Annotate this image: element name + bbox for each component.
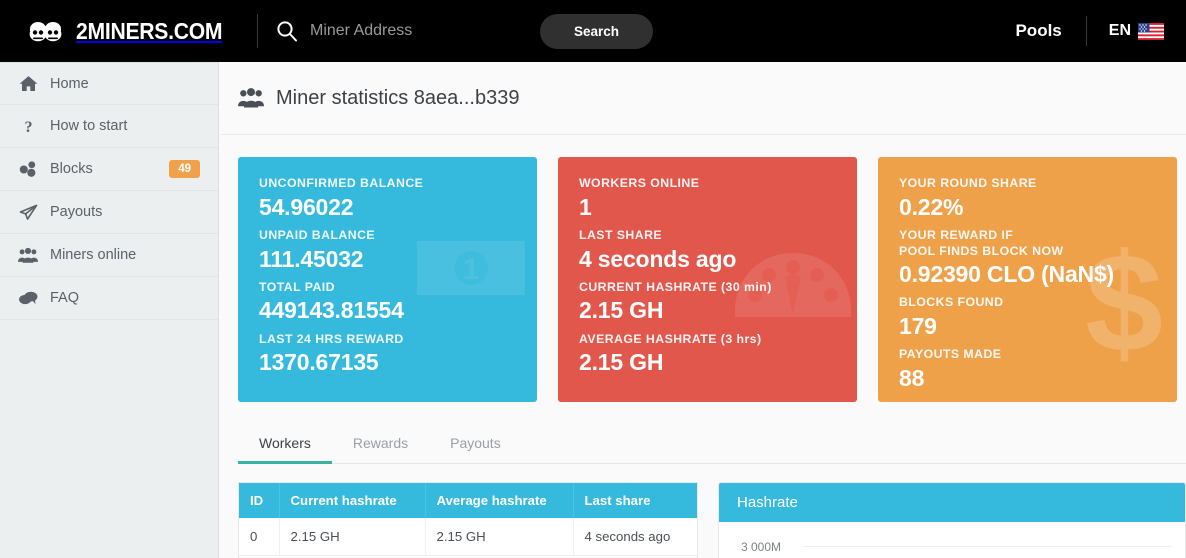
hashrate-chart-body: 3 000M <box>719 522 1185 558</box>
table-body: 0 2.15 GH 2.15 GH 4 seconds ago <box>239 518 697 556</box>
cell-current-hashrate: 2.15 GH <box>279 518 426 556</box>
balance-stat-card: 1 UNCONFIRMED BALANCE 54.96022 UNPAID BA… <box>238 157 537 402</box>
card-row-label: LAST 24 HRS REWARD <box>259 331 404 346</box>
card-row-label: YOUR REWARD IF POOL FINDS BLOCK NOW <box>899 227 1064 258</box>
svg-text:?: ? <box>24 119 32 135</box>
search-icon <box>276 20 298 42</box>
card-row-label: TOTAL PAID <box>259 279 336 294</box>
card-row-value: 0.92390 CLO (NaN$) <box>899 261 1114 288</box>
paper-plane-icon <box>18 203 38 221</box>
hashrate-chart-title: Hashrate <box>719 483 1185 522</box>
chat-bubbles-icon <box>18 289 38 307</box>
card-row-label: UNPAID BALANCE <box>259 227 376 242</box>
two-miners-faces-icon <box>26 18 66 44</box>
stats-tabs: Workers Rewards Payouts <box>238 424 1186 464</box>
card-row-value: 111.45032 <box>259 245 364 272</box>
chart-gridline <box>803 546 1171 547</box>
blocks-count-badge: 49 <box>169 160 200 178</box>
cell-last-share: 4 seconds ago <box>573 518 697 556</box>
column-header-last-share[interactable]: Last share <box>573 483 697 518</box>
sidebar-item-label: Blocks <box>50 161 93 177</box>
pools-link[interactable]: Pools <box>991 21 1085 41</box>
sidebar-item-home[interactable]: Home <box>0 62 218 105</box>
workers-stat-card: WORKERS ONLINE 1 LAST SHARE 4 seconds ag… <box>558 157 857 402</box>
card-row-label: AVERAGE HASHRATE (3 hrs) <box>579 331 762 346</box>
users-group-icon <box>238 87 264 109</box>
sidebar-item-label: Miners online <box>50 247 137 263</box>
workers-table: ID Current hashrate Average hashrate Las… <box>239 483 697 556</box>
sidebar-item-blocks[interactable]: Blocks 49 <box>0 148 218 191</box>
table-header: ID Current hashrate Average hashrate Las… <box>239 483 697 518</box>
card-row-value: 4 seconds ago <box>579 245 737 272</box>
users-group-icon <box>18 246 38 264</box>
card-row-label: YOUR ROUND SHARE <box>899 176 1037 190</box>
sidebar-item-how-to-start[interactable]: ? How to start <box>0 105 218 148</box>
card-row-value: 54.96022 <box>259 193 354 220</box>
sidebar-navigation: Home ? How to start Blocks 49 Payouts Mi… <box>0 62 219 558</box>
chart-y-axis-tick: 3 000M <box>741 540 782 554</box>
table-header-row: ID Current hashrate Average hashrate Las… <box>239 483 697 518</box>
search-button[interactable]: Search <box>540 13 654 49</box>
card-row-value: 2.15 GH <box>579 297 664 324</box>
tab-payouts[interactable]: Payouts <box>429 424 522 463</box>
question-mark-icon: ? <box>18 117 38 135</box>
hashrate-chart-panel: Hashrate 3 000M <box>718 482 1186 558</box>
tab-workers[interactable]: Workers <box>238 424 332 464</box>
column-header-average-hashrate[interactable]: Average hashrate <box>425 483 574 518</box>
card-row-value: 1 <box>579 193 592 220</box>
language-selector[interactable]: EN <box>1087 22 1164 40</box>
card-row-label: PAYOUTS MADE <box>899 347 1002 362</box>
logo-text: 2MINERS.COM <box>76 17 223 44</box>
card-row-value: 179 <box>899 313 937 340</box>
sidebar-item-miners-online[interactable]: Miners online <box>0 234 218 277</box>
search-input[interactable] <box>310 16 560 46</box>
home-icon <box>18 75 38 93</box>
main-content: Miner statistics 8aea...b339 1 UNCONFIRM… <box>220 62 1186 558</box>
tab-rewards[interactable]: Rewards <box>332 424 429 463</box>
bottom-split: ID Current hashrate Average hashrate Las… <box>220 464 1186 558</box>
table-row: 0 2.15 GH 2.15 GH 4 seconds ago <box>239 518 697 556</box>
sidebar-item-payouts[interactable]: Payouts <box>0 191 218 234</box>
card-row-label: BLOCKS FOUND <box>899 295 1004 310</box>
page-header: Miner statistics 8aea...b339 <box>220 62 1186 135</box>
us-flag-icon <box>1138 22 1164 40</box>
workers-table-container: ID Current hashrate Average hashrate Las… <box>238 482 698 558</box>
stat-cards-row: 1 UNCONFIRMED BALANCE 54.96022 UNPAID BA… <box>220 135 1186 402</box>
card-row-label: UNCONFIRMED BALANCE <box>259 176 424 190</box>
column-header-id[interactable]: ID <box>239 483 280 518</box>
card-row-value: 0.22% <box>899 193 964 220</box>
page-title: Miner statistics 8aea...b339 <box>276 86 520 109</box>
column-header-current-hashrate[interactable]: Current hashrate <box>279 483 426 518</box>
header-right-group: Pools EN <box>991 0 1186 62</box>
blocks-cubes-icon <box>18 160 38 178</box>
sidebar-item-label: FAQ <box>50 290 80 306</box>
cell-average-hashrate: 2.15 GH <box>425 518 574 556</box>
search-area: Search <box>258 0 991 62</box>
sidebar-item-label: Payouts <box>50 204 103 220</box>
cell-id: 0 <box>239 518 280 556</box>
top-navigation-bar: 2MINERS.COM Search Pools EN <box>0 0 1186 62</box>
card-row-value: 1370.67135 <box>259 349 379 376</box>
card-row-label: WORKERS ONLINE <box>579 176 700 190</box>
round-share-stat-card: $ YOUR ROUND SHARE 0.22% YOUR REWARD IF … <box>878 157 1177 402</box>
sidebar-item-faq[interactable]: FAQ <box>0 277 218 320</box>
sidebar-item-label: Home <box>50 75 89 92</box>
sidebar-item-label: How to start <box>50 118 128 134</box>
language-code: EN <box>1108 22 1131 39</box>
card-row-value: 2.15 GH <box>579 349 664 376</box>
card-row-label: LAST SHARE <box>579 227 663 242</box>
site-logo[interactable]: 2MINERS.COM <box>0 0 235 62</box>
card-row-value: 88 <box>899 365 925 392</box>
card-row-label: CURRENT HASHRATE (30 min) <box>579 279 772 294</box>
card-row-value: 449143.81554 <box>259 297 404 324</box>
